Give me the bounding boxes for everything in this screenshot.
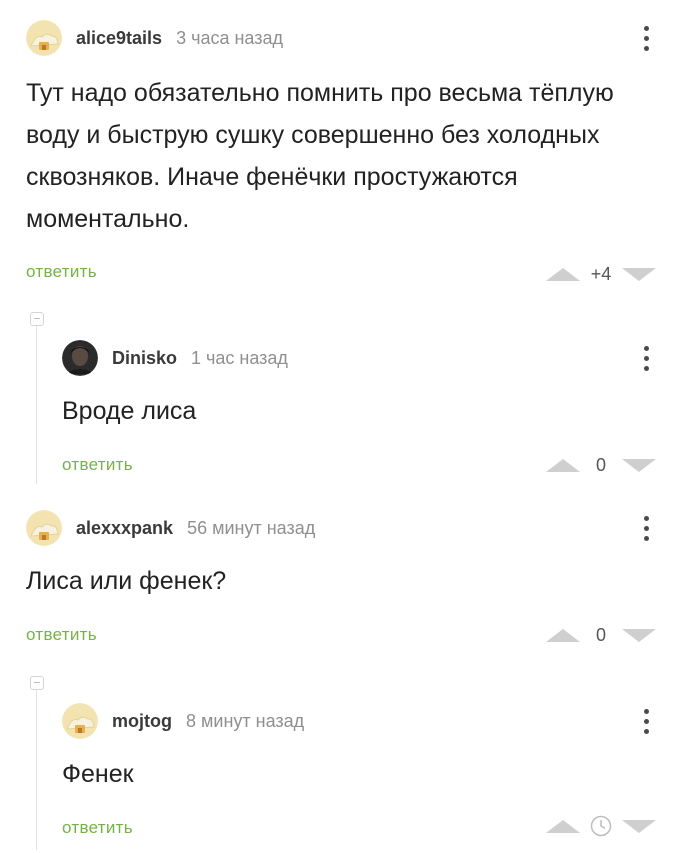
upvote-icon[interactable] <box>546 628 580 642</box>
comment-time: 3 часа назад <box>176 27 283 48</box>
comment: alexxxpank 56 минут назад Лиса или фенек… <box>0 500 700 670</box>
default-avatar-icon[interactable] <box>26 20 62 56</box>
downvote-icon[interactable] <box>622 628 656 642</box>
comment-time: 1 час назад <box>191 347 288 368</box>
user-photo-avatar[interactable] <box>62 340 98 376</box>
comment-rating <box>546 814 656 838</box>
upvote-icon[interactable] <box>546 819 580 833</box>
more-options-icon[interactable] <box>636 338 656 378</box>
comment-text: Фенек <box>62 760 134 788</box>
reply-link[interactable]: ответить <box>62 455 133 475</box>
comment: mojtog 8 минут назад Фенек ответить <box>0 697 700 853</box>
reply-link[interactable]: ответить <box>26 262 97 282</box>
comment: alice9tails 3 часа назад Тут надо обязат… <box>0 0 700 300</box>
comment-text: Лиса или фенек? <box>26 567 227 595</box>
downvote-icon[interactable] <box>622 819 656 833</box>
comment-score: 0 <box>595 624 606 645</box>
comment-author[interactable]: Dinisko <box>112 348 177 369</box>
comment-author[interactable]: alice9tails <box>76 28 162 49</box>
collapse-branch-icon[interactable] <box>30 312 44 326</box>
comment: Dinisko 1 час назад Вроде лиса ответить … <box>0 330 700 490</box>
comment-time: 8 минут назад <box>186 710 305 731</box>
comment-rating: 0 <box>546 453 656 477</box>
more-options-icon[interactable] <box>636 18 656 58</box>
comment-rating: +4 <box>546 262 656 286</box>
comment-time: 56 минут назад <box>187 517 316 538</box>
comment-text: Тут надо обязательно помнить про весьма … <box>26 79 614 233</box>
comment-author[interactable]: alexxxpank <box>76 518 173 539</box>
upvote-icon[interactable] <box>546 267 580 281</box>
reply-link[interactable]: ответить <box>62 818 133 838</box>
downvote-icon[interactable] <box>622 267 656 281</box>
comment-rating: 0 <box>546 623 656 647</box>
downvote-icon[interactable] <box>622 458 656 472</box>
comment-header: Dinisko 1 час назад <box>62 338 288 378</box>
comment-author[interactable]: mojtog <box>112 711 172 732</box>
comment-score: +4 <box>590 263 612 284</box>
comment-score: 0 <box>595 454 606 475</box>
comment-header: mojtog 8 минут назад <box>62 701 304 741</box>
more-options-icon[interactable] <box>636 701 656 741</box>
collapse-branch-icon[interactable] <box>30 676 44 690</box>
reply-link[interactable]: ответить <box>26 625 97 645</box>
default-avatar-icon[interactable] <box>26 510 62 546</box>
comment-text: Вроде лиса <box>62 397 197 425</box>
clock-icon <box>590 815 612 837</box>
more-options-icon[interactable] <box>636 508 656 548</box>
default-avatar-icon[interactable] <box>62 703 98 739</box>
comment-header: alice9tails 3 часа назад <box>26 18 283 58</box>
comment-header: alexxxpank 56 минут назад <box>26 508 315 548</box>
upvote-icon[interactable] <box>546 458 580 472</box>
